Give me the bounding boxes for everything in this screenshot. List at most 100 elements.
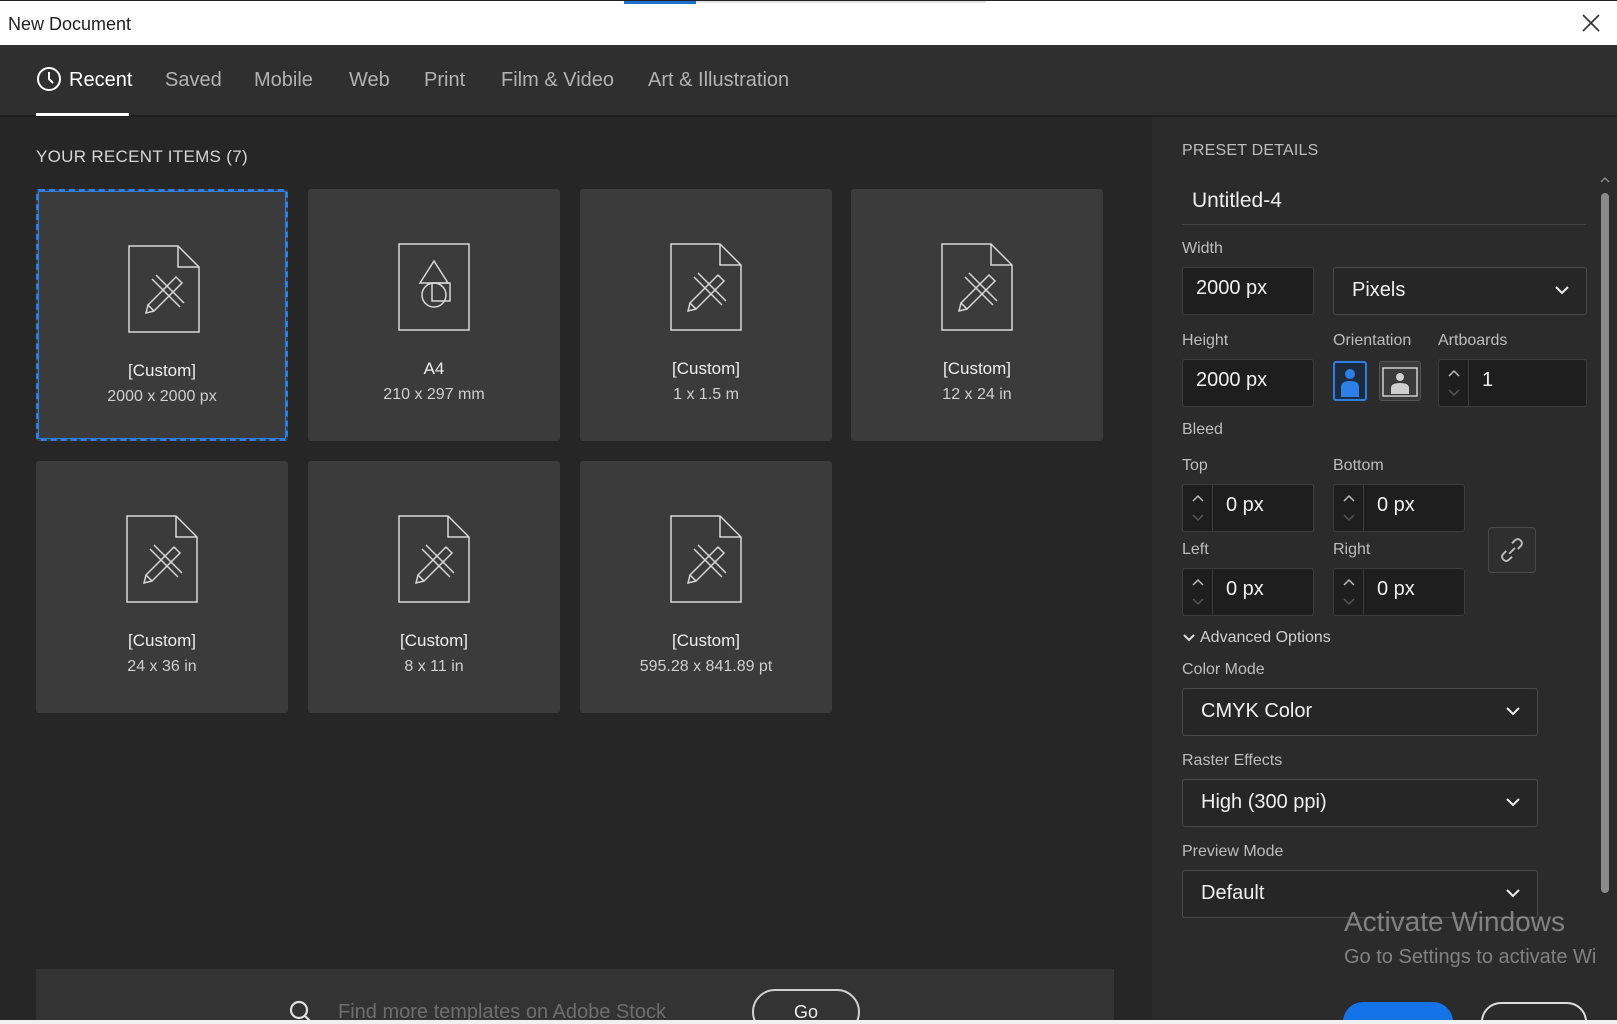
- tab-film-video[interactable]: Film & Video: [501, 69, 614, 92]
- bleed-left-spinner[interactable]: [1183, 569, 1213, 615]
- recent-item-card[interactable]: A4 210 x 297 mm: [308, 189, 560, 441]
- tab-recent[interactable]: Recent: [69, 69, 132, 92]
- bleed-right-stepper[interactable]: 0 px: [1333, 568, 1465, 616]
- pencil-ruler-doc-icon: [941, 243, 1013, 331]
- artboards-label: Artboards: [1438, 332, 1508, 349]
- tab-saved[interactable]: Saved: [165, 69, 222, 92]
- raster-effects-value: High (300 ppi): [1201, 791, 1327, 813]
- stock-search-bar: Find more templates on Adobe Stock Go: [36, 969, 1114, 1024]
- bleed-bottom-spinner[interactable]: [1334, 485, 1364, 531]
- chevron-down-icon[interactable]: [1342, 513, 1356, 523]
- tab-web[interactable]: Web: [349, 69, 390, 92]
- new-document-dialog: Recent Saved Mobile Web Print Film & Vid…: [0, 45, 1617, 1024]
- height-label: Height: [1182, 332, 1229, 349]
- document-name-input[interactable]: Untitled-4: [1182, 183, 1586, 225]
- artboards-spinner[interactable]: [1439, 360, 1469, 406]
- raster-effects-dropdown[interactable]: High (300 ppi): [1182, 779, 1538, 827]
- recent-items-heading: YOUR RECENT ITEMS (7): [36, 147, 248, 167]
- chevron-up-icon[interactable]: [1191, 577, 1205, 587]
- recent-item-name: A4: [423, 359, 445, 378]
- recent-item-name: [Custom]: [671, 359, 741, 378]
- pencil-ruler-doc-icon: [128, 245, 200, 333]
- artboards-value: 1: [1482, 369, 1494, 391]
- bleed-top-stepper[interactable]: 0 px: [1182, 484, 1314, 532]
- chevron-down-icon: [1183, 634, 1195, 642]
- width-input[interactable]: 2000 px: [1182, 267, 1314, 315]
- preset-details-heading: PRESET DETAILS: [1182, 142, 1319, 159]
- chevron-down-icon[interactable]: [1191, 513, 1205, 523]
- chevron-down-icon[interactable]: [1191, 597, 1205, 607]
- chevron-down-icon: [1506, 707, 1520, 716]
- landscape-person-icon: [1382, 367, 1418, 397]
- recent-item-card[interactable]: [Custom] 24 x 36 in: [36, 461, 288, 713]
- portrait-orientation-button[interactable]: [1333, 361, 1367, 401]
- bleed-bottom-stepper[interactable]: 0 px: [1333, 484, 1465, 532]
- bleed-right-label: Right: [1333, 541, 1371, 558]
- height-input[interactable]: 2000 px: [1182, 359, 1314, 407]
- recent-item-size: 1 x 1.5 m: [673, 386, 739, 403]
- recent-item-card[interactable]: [Custom] 12 x 24 in: [851, 189, 1103, 441]
- tab-mobile[interactable]: Mobile: [254, 69, 313, 92]
- raster-effects-label: Raster Effects: [1182, 752, 1283, 769]
- pencil-ruler-doc-icon: [398, 515, 470, 603]
- window-bottom-edge: [0, 1020, 1617, 1024]
- bleed-right-spinner[interactable]: [1334, 569, 1364, 615]
- artboards-stepper[interactable]: 1: [1438, 359, 1587, 407]
- titlebar-accent-secondary: [696, 1, 986, 3]
- width-value: 2000 px: [1196, 277, 1268, 299]
- orientation-label: Orientation: [1333, 332, 1412, 349]
- activate-windows-hint: Go to Settings to activate Wi: [1344, 946, 1597, 968]
- link-bleed-button[interactable]: [1488, 527, 1536, 573]
- chevron-up-icon[interactable]: [1342, 493, 1356, 503]
- bleed-right-value: 0 px: [1377, 578, 1415, 600]
- tab-print[interactable]: Print: [424, 69, 465, 92]
- bleed-label: Bleed: [1182, 421, 1223, 438]
- active-tab-indicator: [36, 113, 129, 116]
- units-dropdown[interactable]: Pixels: [1333, 267, 1587, 315]
- chevron-up-icon[interactable]: [1447, 368, 1461, 378]
- recent-item-size: 595.28 x 841.89 pt: [639, 658, 773, 675]
- recent-item-card[interactable]: [Custom] 8 x 11 in: [308, 461, 560, 713]
- chevron-up-icon[interactable]: [1191, 493, 1205, 503]
- recent-item-name: [Custom]: [127, 631, 197, 650]
- bleed-bottom-value: 0 px: [1377, 494, 1415, 516]
- recent-item-card[interactable]: [Custom] 595.28 x 841.89 pt: [580, 461, 832, 713]
- link-icon: [1501, 538, 1523, 562]
- recent-items-title: YOUR RECENT ITEMS: [36, 147, 222, 166]
- advanced-options-toggle[interactable]: Advanced Options: [1182, 629, 1331, 647]
- chevron-down-icon[interactable]: [1342, 597, 1356, 607]
- preview-mode-value: Default: [1201, 882, 1265, 904]
- width-label: Width: [1182, 240, 1223, 257]
- category-tabs: Recent Saved Mobile Web Print Film & Vid…: [0, 45, 1617, 117]
- recent-item-card[interactable]: [Custom] 2000 x 2000 px: [36, 189, 288, 441]
- chevron-up-icon[interactable]: [1342, 577, 1356, 587]
- chevron-down-icon[interactable]: [1447, 388, 1461, 398]
- recent-item-card[interactable]: [Custom] 1 x 1.5 m: [580, 189, 832, 441]
- recent-item-name: [Custom]: [671, 631, 741, 650]
- color-mode-dropdown[interactable]: CMYK Color: [1182, 688, 1538, 736]
- bleed-left-stepper[interactable]: 0 px: [1182, 568, 1314, 616]
- bleed-left-label: Left: [1182, 541, 1209, 558]
- pencil-ruler-doc-icon: [670, 515, 742, 603]
- shapes-doc-icon: [398, 243, 470, 331]
- recent-item-size: 2000 x 2000 px: [107, 388, 217, 405]
- scrollbar-thumb[interactable]: [1601, 193, 1609, 893]
- color-mode-label: Color Mode: [1182, 661, 1265, 678]
- landscape-orientation-button[interactable]: [1379, 361, 1421, 401]
- activate-windows-watermark: Activate Windows: [1344, 906, 1565, 937]
- preset-scrollbar[interactable]: [1598, 175, 1612, 905]
- recent-item-size: 24 x 36 in: [127, 658, 197, 675]
- close-icon[interactable]: [1579, 11, 1603, 35]
- scroll-up-icon[interactable]: [1600, 175, 1610, 185]
- bleed-bottom-label: Bottom: [1333, 457, 1384, 474]
- recent-item-name: [Custom]: [399, 631, 469, 650]
- recent-items-panel: YOUR RECENT ITEMS (7) [Custom] 2000 x 20…: [0, 117, 1152, 1024]
- recent-items-count: (7): [226, 147, 248, 166]
- bleed-top-spinner[interactable]: [1183, 485, 1213, 531]
- tab-art-illustration[interactable]: Art & Illustration: [648, 69, 789, 92]
- window-titlebar: New Document: [0, 0, 1617, 45]
- preview-mode-label: Preview Mode: [1182, 843, 1284, 860]
- recent-item-size: 8 x 11 in: [404, 658, 464, 675]
- go-button[interactable]: Go: [752, 989, 860, 1024]
- portrait-person-icon: [1341, 369, 1359, 397]
